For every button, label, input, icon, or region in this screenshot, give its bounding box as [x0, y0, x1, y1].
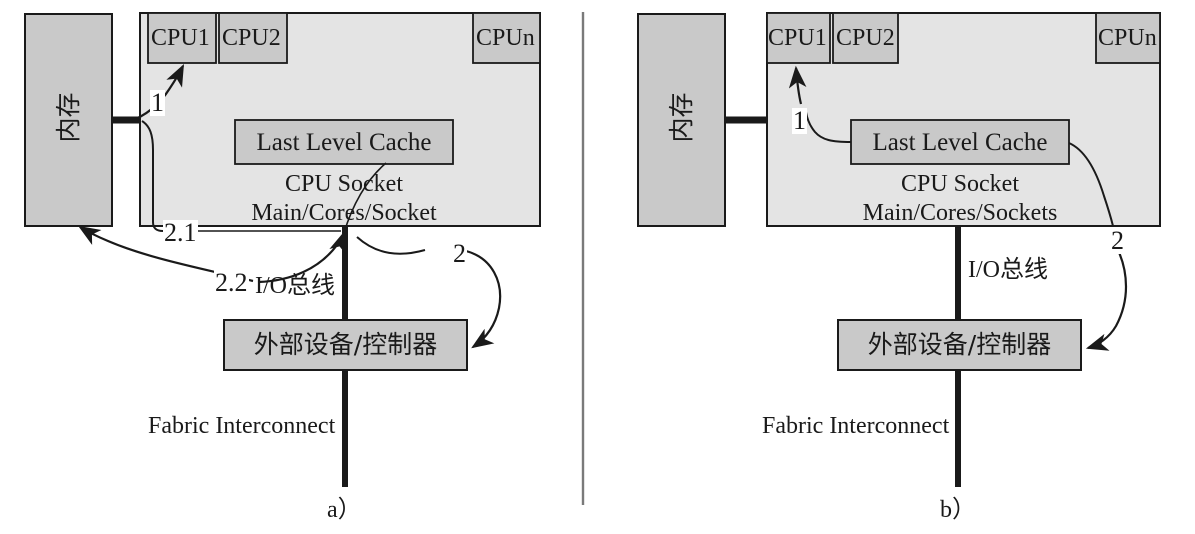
cpu1-label-a: CPU1	[151, 25, 210, 51]
flow-label-2-a: 2	[452, 239, 467, 268]
flow-2-arrow-a	[356, 236, 426, 255]
flow-label-2_1-a: 2.1	[163, 218, 198, 247]
io-bus-label-b: I/O总线	[968, 257, 1048, 283]
flow-label-1-b: 1	[792, 106, 807, 135]
panel-caption-a: a）	[327, 497, 362, 523]
flow-label-2_2-a: 2.2	[214, 268, 249, 297]
fabric-label-a: Fabric Interconnect	[148, 413, 336, 439]
architecture-diagram: 内存 CPU1 CPU2 CPUn Last Level Cache CPU S…	[0, 0, 1195, 534]
cpu2-label-a: CPU2	[222, 25, 281, 51]
last-level-cache-label-b: Last Level Cache	[872, 129, 1048, 156]
cpun-label-b: CPUn	[1098, 25, 1157, 51]
cpu1-label-b: CPU1	[768, 25, 827, 51]
device-label-a: 外部设备/控制器	[253, 330, 438, 359]
flow-2-arrow-tail-a	[465, 249, 502, 349]
fabric-label-b: Fabric Interconnect	[762, 413, 950, 439]
memory-label-a: 内存	[54, 92, 83, 143]
flow-label-1-a: 1	[150, 88, 165, 117]
io-bus-label-a: I/O总线	[255, 273, 335, 299]
memory-label-b: 内存	[667, 92, 696, 143]
last-level-cache-label-a: Last Level Cache	[256, 129, 432, 156]
cpu-socket-label-b: CPU Socket	[900, 171, 1019, 197]
cpu-socket-label-a: CPU Socket	[284, 171, 403, 197]
cpu2-label-b: CPU2	[836, 25, 895, 51]
panel-caption-b: b）	[940, 497, 976, 523]
flow-label-2-b: 2	[1110, 226, 1125, 255]
device-label-b: 外部设备/控制器	[867, 330, 1052, 359]
cpun-label-a: CPUn	[476, 25, 535, 51]
flow-2-arrow-b	[1085, 249, 1128, 351]
cpu-socket-sublabel-b: Main/Cores/Sockets	[862, 200, 1058, 226]
cpu-socket-sublabel-a: Main/Cores/Socket	[251, 200, 437, 226]
